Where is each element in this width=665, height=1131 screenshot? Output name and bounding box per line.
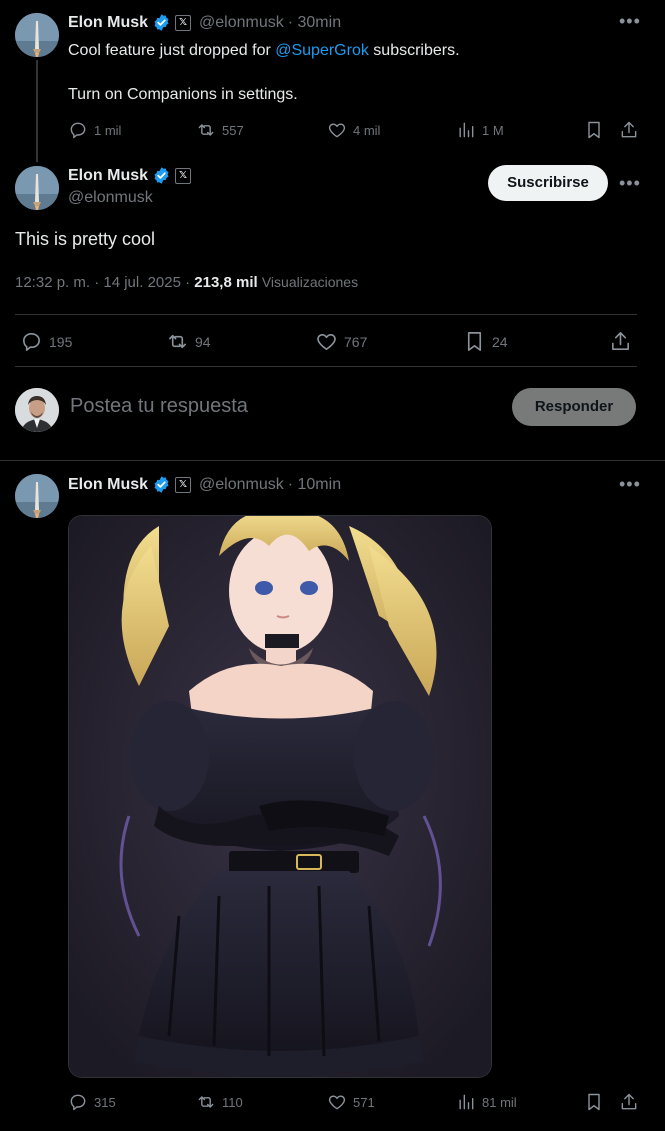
tweet-text-part: Cool feature just dropped for <box>68 42 276 59</box>
reply-count: 195 <box>49 333 73 350</box>
bookmark-count: 24 <box>492 333 508 350</box>
tweet-header: Elon Musk 𝕏 @elonmusk · 10min <box>68 475 341 494</box>
share-button[interactable] <box>609 330 632 353</box>
tweet-media-image[interactable] <box>68 515 492 1078</box>
reply-button[interactable]: 315 <box>68 1092 116 1112</box>
like-button[interactable]: 767 <box>315 330 367 353</box>
like-count: 767 <box>344 333 368 350</box>
divider <box>15 314 637 315</box>
reply-icon <box>70 1094 86 1111</box>
x-logo-icon: 𝕏 <box>175 476 192 493</box>
reply-count: 1 mil <box>94 122 122 138</box>
tweet-time[interactable]: · 10min <box>288 476 341 494</box>
tweet-text-line2: Turn on Companions in settings. <box>68 86 298 103</box>
author-handle[interactable]: @elonmusk <box>199 14 284 32</box>
author-handle[interactable]: @elonmusk <box>68 189 153 207</box>
avatar-image <box>15 474 59 518</box>
share-icon <box>621 121 637 138</box>
x-logo-icon: 𝕏 <box>175 167 192 184</box>
retweet-count: 110 <box>222 1094 243 1110</box>
avatar-image <box>15 166 59 210</box>
retweet-icon <box>198 1096 214 1108</box>
like-button[interactable]: 571 <box>327 1092 375 1112</box>
reply-submit-button[interactable]: Responder <box>512 388 636 426</box>
bookmark-button[interactable] <box>584 120 604 140</box>
bookmark-icon <box>588 1093 600 1111</box>
reply-count: 315 <box>94 1094 116 1110</box>
views-label: Visualizaciones <box>261 274 359 290</box>
retweet-button[interactable]: 94 <box>166 330 211 353</box>
heart-icon <box>328 1095 346 1110</box>
retweet-button[interactable]: 110 <box>196 1092 243 1112</box>
tweet-time[interactable]: · 30min <box>288 14 341 32</box>
author-name[interactable]: Elon Musk <box>68 167 148 185</box>
bookmark-button[interactable]: 24 <box>463 330 508 353</box>
reply-input[interactable]: Postea tu respuesta <box>70 395 248 418</box>
more-options-icon[interactable]: ••• <box>619 474 641 495</box>
retweet-count: 557 <box>222 122 244 138</box>
avatar-image <box>15 13 59 57</box>
avatar[interactable] <box>15 13 59 57</box>
verified-icon[interactable] <box>152 13 171 32</box>
divider <box>0 460 665 461</box>
avatar[interactable] <box>15 474 59 518</box>
heart-icon <box>317 333 336 350</box>
user-avatar[interactable] <box>15 388 59 432</box>
like-count: 571 <box>353 1094 375 1110</box>
tweet-text: Cool feature just dropped for @SuperGrok… <box>68 40 628 62</box>
reply-icon <box>23 333 40 351</box>
reply-button[interactable]: 195 <box>20 330 72 353</box>
verified-icon[interactable] <box>152 475 171 494</box>
tweet-meta: 12:32 p. m. · 14 jul. 2025 · 213,8 mil V… <box>15 274 358 291</box>
views-count: 1 M <box>482 122 504 138</box>
heart-icon <box>328 123 346 138</box>
share-icon <box>621 1093 637 1110</box>
retweet-button[interactable]: 557 <box>196 120 244 140</box>
anime-character-image <box>69 516 491 1077</box>
views-button[interactable]: 1 M <box>456 120 504 140</box>
author-name[interactable]: Elon Musk <box>68 14 148 32</box>
main-tweet-text: This is pretty cool <box>15 229 156 249</box>
tweet-timestamp[interactable]: 12:32 p. m. · 14 jul. 2025 · <box>15 274 190 291</box>
views-count: 81 mil <box>482 1094 517 1110</box>
reply-icon <box>70 122 86 139</box>
divider <box>15 366 637 367</box>
more-options-icon[interactable]: ••• <box>619 11 641 32</box>
like-count: 4 mil <box>353 122 381 138</box>
retweet-count: 94 <box>195 333 211 350</box>
avatar[interactable] <box>15 166 59 210</box>
author-handle[interactable]: @elonmusk <box>199 476 284 494</box>
bookmark-icon <box>467 332 482 351</box>
bookmark-button[interactable] <box>584 1092 604 1112</box>
like-button[interactable]: 4 mil <box>327 120 380 140</box>
share-button[interactable] <box>619 120 639 140</box>
tweet-text-part: subscribers. <box>368 42 460 59</box>
share-icon <box>612 332 629 350</box>
bar-chart-icon <box>459 122 474 138</box>
views-button[interactable]: 81 mil <box>456 1092 517 1112</box>
tweet-header: Elon Musk 𝕏 @elonmusk · 30min <box>68 13 341 32</box>
more-options-icon[interactable]: ••• <box>619 173 641 194</box>
user-avatar-image <box>15 388 59 432</box>
share-button[interactable] <box>619 1092 639 1112</box>
verified-icon[interactable] <box>152 166 171 185</box>
author-name[interactable]: Elon Musk <box>68 476 148 494</box>
reply-button[interactable]: 1 mil <box>68 120 121 140</box>
mention-link[interactable]: @SuperGrok <box>275 42 369 59</box>
retweet-icon <box>198 124 214 136</box>
bar-chart-icon <box>459 1094 474 1110</box>
bookmark-icon <box>588 121 600 139</box>
thread-line <box>36 60 38 162</box>
main-tweet-header: Elon Musk 𝕏 <box>68 166 192 185</box>
retweet-icon <box>169 334 186 349</box>
x-logo-icon: 𝕏 <box>175 14 192 31</box>
subscribe-button[interactable]: Suscribirse <box>488 165 608 201</box>
views-count: 213,8 mil <box>194 274 258 291</box>
